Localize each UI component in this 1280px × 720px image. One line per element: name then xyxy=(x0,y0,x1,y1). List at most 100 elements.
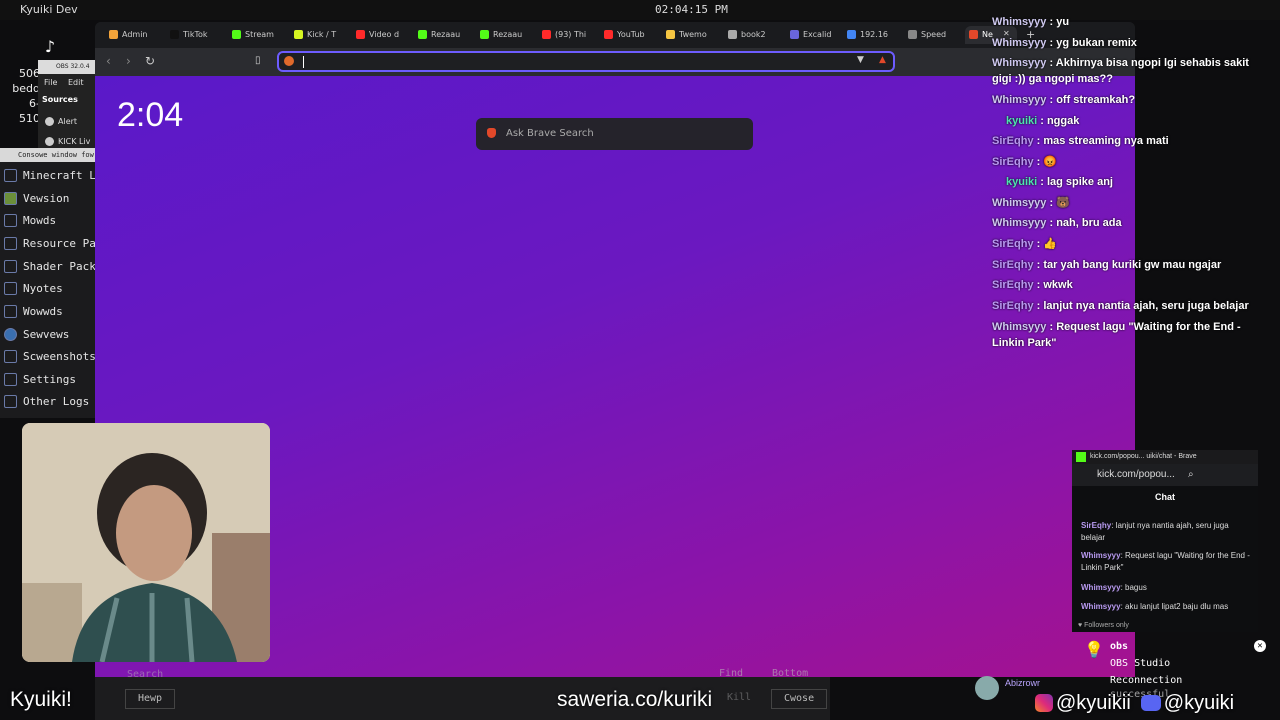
close-button[interactable]: Cwose xyxy=(771,689,828,709)
minecraft-launcher-panel: Consowe window fow Minecraft L Vewsion M… xyxy=(0,148,95,418)
bottom-button[interactable]: Bottom xyxy=(760,665,820,685)
chat-overlay-line: Whimsyyy : Akhirnya bisa ngopi lgi sehab… xyxy=(992,57,1249,69)
webcam-person-image xyxy=(22,423,270,662)
launcher-header: Consowe window fow xyxy=(0,148,95,162)
browser-tab[interactable]: Stream xyxy=(228,26,288,44)
stream-chat-overlay: Whimsyyy : yu Whimsyyy : yg bukan remix Wh… xyxy=(992,16,1262,356)
tab-favicon xyxy=(356,30,365,39)
browser-tab[interactable]: Excalid xyxy=(786,26,846,44)
search-placeholder: Ask Brave Search xyxy=(506,128,594,139)
bottom-console-bar: Search Find Bottom Hewp Kill Cwose xyxy=(95,668,830,720)
launcher-item-screenshots[interactable]: Scweenshots xyxy=(0,346,95,366)
find-button[interactable]: Find xyxy=(707,665,755,685)
chat-overlay-line: Whimsyyy : yg bukan remix xyxy=(992,37,1137,49)
chat-overlay-line: SirEqhy : lanjut nya nantia ajah, seru j… xyxy=(992,300,1249,312)
launcher-item-other-logs[interactable]: Other Logs xyxy=(0,391,95,411)
chat-message: SirEqhy: lanjut nya nantia ajah, seru ju… xyxy=(1081,521,1229,542)
obs-window[interactable]: OBS 32.0.4 File Edit Sources Alert KICK … xyxy=(38,60,96,150)
launcher-item-resource-packs[interactable]: Resource Pac xyxy=(0,233,95,253)
launcher-item-mods[interactable]: Mowds xyxy=(0,210,95,230)
browser-tab[interactable]: TikTok xyxy=(166,26,226,44)
grass-block-icon xyxy=(4,192,17,205)
chat-overlay-line: kyuiki : nggak xyxy=(1006,115,1080,127)
browser-tab[interactable]: Twemo xyxy=(662,26,722,44)
notification-line: OBS Studio xyxy=(1110,658,1171,669)
launcher-item-worlds[interactable]: Wowwds xyxy=(0,301,95,321)
discord-icon xyxy=(1140,695,1161,711)
browser-tab[interactable]: Video d xyxy=(352,26,412,44)
settings-icon xyxy=(4,373,17,386)
forward-icon[interactable]: › xyxy=(126,54,131,68)
followers-only-notice: ♥ Followers only xyxy=(1078,622,1129,629)
browser-tab[interactable]: YouTub xyxy=(600,26,660,44)
launcher-item-settings[interactable]: Settings xyxy=(0,369,95,389)
chat-message: Whimsyyy: Request lagu "Waiting for the … xyxy=(1081,551,1250,572)
tab-favicon xyxy=(232,30,241,39)
tab-favicon xyxy=(542,30,551,39)
browser-tab[interactable]: Rezaau xyxy=(414,26,474,44)
source-item[interactable]: KICK Liv xyxy=(44,137,90,146)
text-cursor xyxy=(303,56,304,68)
chat-message: Whimsyyy: bagus xyxy=(1081,583,1147,592)
browser-tab[interactable]: (93) Thi xyxy=(538,26,598,44)
shader-icon xyxy=(4,260,17,273)
chat-overlay-line: SirEqhy : 😡 xyxy=(992,156,1058,168)
chat-overlay-line: Whimsyyy : 🐻 xyxy=(992,197,1070,209)
menu-file[interactable]: File xyxy=(44,78,57,87)
address-bar[interactable]: ▼ ▲ xyxy=(277,51,895,72)
site-info-icon[interactable] xyxy=(284,56,294,66)
obs-notification[interactable]: 💡 obs OBS Studio Reconnection successful… xyxy=(1080,636,1270,700)
log-icon xyxy=(4,395,17,408)
browser-tab[interactable]: book2 xyxy=(724,26,784,44)
tab-favicon xyxy=(847,30,856,39)
browser-tab[interactable]: Speed xyxy=(904,26,964,44)
launcher-item-minecraft[interactable]: Minecraft L xyxy=(0,165,95,185)
folder-icon xyxy=(4,169,17,182)
system-clock: 02:04:15 PM xyxy=(655,3,728,16)
help-button[interactable]: Hewp xyxy=(125,689,176,709)
launcher-item-version[interactable]: Vewsion xyxy=(0,188,95,208)
browser-tab[interactable]: 192.16 xyxy=(843,26,903,44)
popup-address[interactable]: kick.com/popou... ⌕ xyxy=(1072,464,1258,486)
popup-title-bar: kick.com/popou... uiki/chat - Brave xyxy=(1072,450,1258,464)
package-icon xyxy=(4,237,17,250)
launcher-item-servers[interactable]: Sewvews xyxy=(0,324,95,344)
search-icon[interactable]: ⌕ xyxy=(1188,469,1194,480)
overlay-social: @kyuikii @kyuiki xyxy=(1035,692,1234,715)
tab-strip: Admin TikTok Stream Kick / T Video d Rez… xyxy=(95,22,1135,48)
kick-chat-popup: kick.com/popou... uiki/chat - Brave kick… xyxy=(1072,450,1258,632)
reload-icon[interactable]: ↻ xyxy=(145,54,155,68)
avatar xyxy=(975,676,999,700)
obs-title: OBS 32.0.4 xyxy=(38,60,96,74)
notes-icon xyxy=(4,282,17,295)
lightbulb-icon: 💡 xyxy=(1084,640,1104,659)
back-icon[interactable]: ‹ xyxy=(106,54,111,68)
chat-overlay-line: Linkin Park" xyxy=(992,337,1057,349)
close-notification-icon[interactable]: ✕ xyxy=(1254,640,1266,652)
brave-search-box[interactable]: Ask Brave Search xyxy=(476,118,753,150)
music-note-icon[interactable]: ♪ xyxy=(40,37,60,57)
source-item[interactable]: Alert xyxy=(44,117,77,126)
notification-line: Reconnection xyxy=(1110,675,1183,686)
brave-shields-icon[interactable]: ▼ xyxy=(857,55,864,65)
tab-favicon xyxy=(109,30,118,39)
chat-overlay-line: kyuiki : lag spike anj xyxy=(1006,176,1113,188)
brave-logo-icon xyxy=(487,128,496,138)
browser-tab[interactable]: Rezaau xyxy=(476,26,536,44)
chat-overlay-line: SirEqhy : mas streaming nya mati xyxy=(992,135,1169,147)
brave-rewards-icon[interactable]: ▲ xyxy=(879,55,886,65)
chat-overlay-line: Whimsyyy : yu xyxy=(992,16,1070,28)
browser-tab[interactable]: Admin xyxy=(105,26,165,44)
webcam-feed xyxy=(22,423,270,662)
launcher-item-notes[interactable]: Nyotes xyxy=(0,278,95,298)
bookmark-icon[interactable]: ▯ xyxy=(255,55,261,66)
search-input[interactable]: Search xyxy=(127,669,163,680)
menu-edit[interactable]: Edit xyxy=(68,78,84,87)
kill-button[interactable]: Kill xyxy=(715,689,763,709)
launcher-item-shader-packs[interactable]: Shader Packs xyxy=(0,256,95,276)
browser-toolbar: ‹ › ↻ ▯ ▼ ▲ xyxy=(95,48,1135,76)
chat-overlay-line: Whimsyyy : nah, bru ada xyxy=(992,217,1122,229)
browser-tab[interactable]: Kick / T xyxy=(290,26,350,44)
chat-overlay-line: Whimsyyy : Request lagu "Waiting for the… xyxy=(992,321,1241,333)
chat-overlay-line: SirEqhy : 👍 xyxy=(992,238,1058,250)
